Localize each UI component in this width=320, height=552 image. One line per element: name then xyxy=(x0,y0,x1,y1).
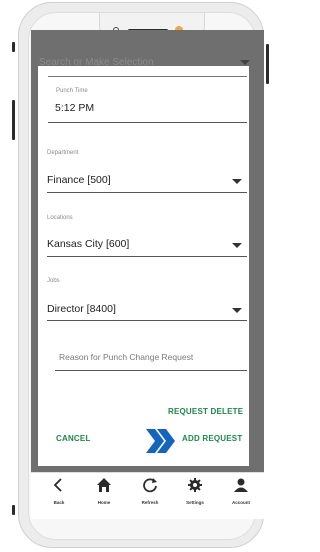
top-divider xyxy=(48,76,247,77)
account-icon xyxy=(234,478,248,492)
refresh-icon xyxy=(143,478,157,493)
locations-underline xyxy=(47,256,247,257)
punch-time-label: Punch Time xyxy=(56,88,88,94)
side-button-bottom xyxy=(12,505,15,515)
nav-item-back[interactable]: Back xyxy=(39,477,79,505)
settings-icon xyxy=(188,478,202,492)
nav-item-account[interactable]: Account xyxy=(221,477,261,505)
nav-label-account: Account xyxy=(232,500,250,505)
nav-item-home[interactable]: Home xyxy=(84,477,124,505)
reason-underline xyxy=(55,370,247,371)
department-label: Department xyxy=(47,150,79,156)
locations-select[interactable]: Kansas City [600] xyxy=(47,238,129,250)
volume-up-button xyxy=(12,42,15,52)
punch-change-dialog: Punch Time 5:12 PM Department Finance [5… xyxy=(38,66,249,466)
nav-label-settings: Settings xyxy=(186,500,204,505)
double-chevron-right-icon[interactable] xyxy=(144,427,180,455)
jobs-label: Jobs xyxy=(47,278,60,284)
punch-time-underline xyxy=(48,122,247,123)
punch-time-field[interactable]: 5:12 PM xyxy=(55,102,94,114)
department-select[interactable]: Finance [500] xyxy=(47,174,111,186)
bottom-navigation: Back Home Refresh Settings Account xyxy=(31,472,264,519)
back-icon xyxy=(53,478,62,492)
nav-label-refresh: Refresh xyxy=(141,500,159,505)
jobs-select[interactable]: Director [8400] xyxy=(47,303,116,315)
nav-item-refresh[interactable]: Refresh xyxy=(130,477,170,505)
nav-item-settings[interactable]: Settings xyxy=(175,477,215,505)
add-request-button[interactable]: ADD REQUEST xyxy=(182,434,242,443)
jobs-chevron-down-icon[interactable] xyxy=(232,308,242,313)
cancel-button[interactable]: CANCEL xyxy=(56,434,91,443)
jobs-underline xyxy=(47,320,247,321)
request-delete-button[interactable]: REQUEST DELETE xyxy=(168,407,243,416)
volume-down-button xyxy=(12,100,15,140)
department-chevron-down-icon[interactable] xyxy=(232,179,242,184)
nav-label-home: Home xyxy=(97,500,111,505)
home-icon xyxy=(97,478,111,492)
locations-chevron-down-icon[interactable] xyxy=(232,243,242,248)
background-dropdown-icon xyxy=(240,60,250,65)
reason-input[interactable]: Reason for Punch Change Request xyxy=(59,352,193,362)
department-underline xyxy=(47,192,247,193)
locations-label: Locations xyxy=(47,215,73,221)
power-button xyxy=(266,44,269,84)
nav-label-back: Back xyxy=(53,500,65,505)
app-screen: Search or Make Selection Punch Time 5:12… xyxy=(31,30,264,472)
